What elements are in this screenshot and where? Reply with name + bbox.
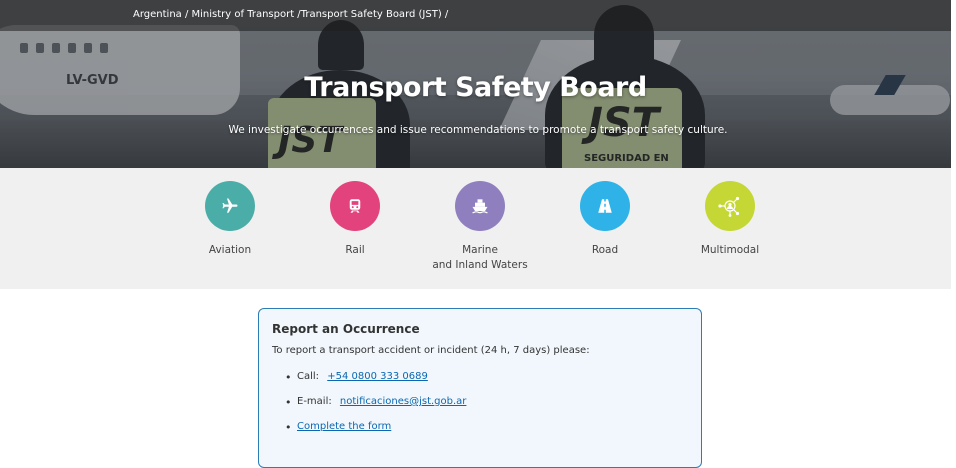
category-label: Rail	[345, 244, 365, 256]
category-marine[interactable]: Marine and Inland Waters	[420, 181, 540, 273]
email-link[interactable]: notificaciones@jst.gob.ar	[340, 396, 467, 407]
breadcrumb: Argentina / Ministry of Transport /Trans…	[133, 9, 448, 20]
page-subtitle: We investigate occurrences and issue rec…	[228, 124, 728, 136]
report-title: Report an Occurrence	[272, 322, 420, 336]
category-label: Marine and Inland Waters	[420, 243, 540, 273]
category-label-line1: Marine	[462, 244, 498, 256]
category-aviation[interactable]: Aviation	[170, 181, 290, 258]
hero-banner: LV-GVD JST JST SEGURIDAD EN Argentina / …	[0, 0, 951, 168]
category-label: Road	[591, 244, 619, 256]
category-rail-circle[interactable]	[330, 181, 380, 231]
category-marine-circle[interactable]	[455, 181, 505, 231]
report-occurrence-box: Report an Occurrence To report a transpo…	[258, 308, 702, 468]
ship-icon	[472, 199, 488, 214]
road-icon	[598, 199, 612, 213]
category-aviation-circle[interactable]	[205, 181, 255, 231]
report-list: Call: +54 0800 333 0689 E-mail: notifica…	[285, 371, 467, 446]
category-label: Multimodal	[700, 244, 760, 256]
report-item-call: Call: +54 0800 333 0689	[285, 371, 466, 396]
train-icon	[349, 199, 361, 213]
airplane-icon	[222, 198, 238, 213]
breadcrumb-ministry[interactable]: Ministry of Transport	[192, 9, 295, 20]
report-item-form: Complete the form	[285, 421, 466, 446]
network-icon	[718, 196, 740, 217]
report-item-prefix: Call:	[297, 371, 320, 382]
breadcrumb-current: Transport Safety Board (JST)	[300, 9, 442, 20]
category-road-circle[interactable]	[580, 181, 630, 231]
category-multimodal-circle[interactable]	[705, 181, 755, 231]
breadcrumb-separator: /	[441, 9, 449, 20]
report-item-email: E-mail: notificaciones@jst.gob.ar	[285, 396, 467, 421]
report-intro: To report a transport accident or incide…	[272, 345, 590, 356]
complete-form-link[interactable]: Complete the form	[297, 421, 391, 432]
page-title: Transport Safety Board	[304, 72, 647, 103]
breadcrumb-separator: /	[181, 9, 192, 20]
breadcrumb-argentina[interactable]: Argentina	[133, 9, 182, 20]
category-rail[interactable]: Rail	[295, 181, 415, 258]
category-label-line2: and Inland Waters	[432, 259, 528, 271]
report-item-prefix: E-mail:	[297, 396, 332, 407]
category-label: Aviation	[208, 244, 252, 256]
category-road[interactable]: Road	[545, 181, 665, 258]
categories-section: Aviation Rail Marine and Inland Waters R…	[0, 168, 951, 289]
category-multimodal[interactable]: Multimodal	[670, 181, 790, 258]
phone-link[interactable]: +54 0800 333 0689	[327, 371, 428, 382]
